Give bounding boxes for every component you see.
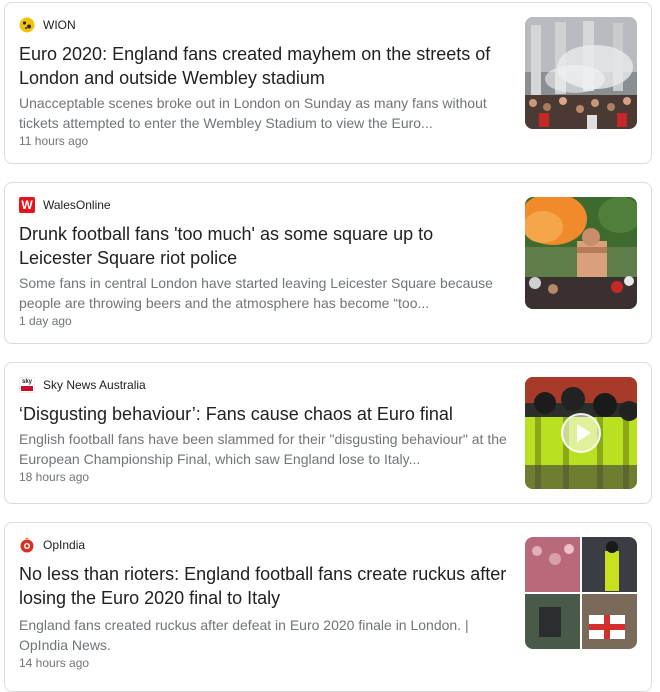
news-card[interactable]: W WalesOnline Drunk football fans 'too m…: [4, 182, 652, 344]
news-headline[interactable]: ‘Disgusting behaviour’: Fans cause chaos…: [19, 402, 511, 426]
news-snippet: England fans created ruckus after defeat…: [19, 617, 469, 653]
news-timestamp: 14 hours ago: [19, 656, 90, 670]
favicon-letter: sky: [21, 379, 32, 385]
news-source: WION: [19, 17, 76, 33]
news-timestamp: 1 day ago: [19, 314, 72, 328]
news-timestamp: 11 hours ago: [19, 134, 89, 148]
news-thumbnail[interactable]: [525, 17, 637, 129]
source-name[interactable]: OpIndia: [43, 538, 85, 552]
source-name[interactable]: Sky News Australia: [43, 378, 146, 392]
source-name[interactable]: WalesOnline: [43, 198, 111, 212]
news-card[interactable]: WION Euro 2020: England fans created may…: [4, 2, 652, 164]
wion-logo-icon: [19, 17, 35, 33]
news-thumbnail[interactable]: [525, 377, 637, 489]
news-snippet: English football fans have been slammed …: [19, 431, 507, 467]
news-timestamp: 18 hours ago: [19, 470, 90, 484]
news-headline[interactable]: Euro 2020: England fans created mayhem o…: [19, 42, 511, 90]
news-source: W WalesOnline: [19, 197, 111, 213]
news-snippet: Some fans in central London have started…: [19, 275, 493, 311]
news-headline[interactable]: Drunk football fans 'too much' as some s…: [19, 222, 511, 270]
play-icon[interactable]: [561, 413, 601, 453]
news-source: OpIndia: [19, 537, 85, 553]
news-card[interactable]: sky Sky News Australia ‘Disgusting behav…: [4, 362, 652, 504]
source-name[interactable]: WION: [43, 18, 76, 32]
news-headline[interactable]: No less than rioters: England football f…: [19, 562, 511, 610]
opindia-logo-icon: [19, 537, 35, 553]
walesonline-logo-icon: W: [19, 197, 35, 213]
news-thumbnail[interactable]: [525, 197, 637, 309]
news-snippet: Unacceptable scenes broke out in London …: [19, 95, 487, 131]
sky-news-logo-icon: sky: [19, 377, 35, 393]
favicon-letter: W: [21, 198, 33, 212]
news-source: sky Sky News Australia: [19, 377, 146, 393]
news-card[interactable]: OpIndia No less than rioters: England fo…: [4, 522, 652, 692]
news-thumbnail[interactable]: [525, 537, 637, 649]
